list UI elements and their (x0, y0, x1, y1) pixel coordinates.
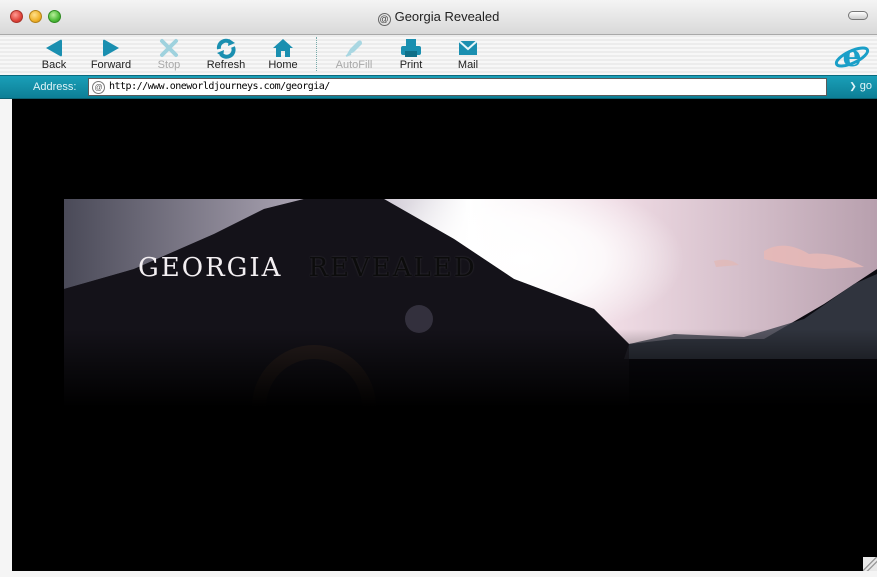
page-url-icon: @ (92, 81, 105, 94)
forward-button[interactable]: Forward (86, 35, 136, 75)
stop-button[interactable]: Stop (151, 35, 187, 75)
forward-arrow-icon (103, 39, 119, 57)
resize-handle[interactable] (863, 557, 877, 571)
svg-text:e: e (842, 39, 861, 73)
home-icon (273, 39, 293, 57)
back-label: Back (41, 59, 67, 71)
go-button[interactable]: ❯ go (849, 80, 872, 92)
page-icon: @ (377, 13, 391, 26)
toolbar-separator (316, 37, 317, 71)
window-bottom-edge (0, 571, 877, 577)
site-title-word-1: GEORGIA (138, 253, 283, 283)
autofill-icon (345, 40, 362, 57)
autofill-label: AutoFill (335, 59, 373, 71)
toolbar-toggle-button[interactable] (848, 11, 868, 20)
site-title-word-2: REVEALED (308, 253, 477, 283)
refresh-label: Refresh (206, 59, 246, 71)
stop-x-icon (160, 39, 178, 57)
site-title: GEORGIA REVEALED (138, 253, 477, 283)
address-bar: Address: @ http://www.oneworldjourneys.c… (0, 75, 877, 99)
home-label: Home (268, 59, 298, 71)
internet-explorer-logo-icon: e (834, 39, 870, 73)
back-arrow-icon (46, 39, 62, 57)
address-url-field[interactable]: @ http://www.oneworldjourneys.com/georgi… (88, 78, 827, 96)
page-content: GEORGIA REVEALED (12, 99, 877, 571)
print-button[interactable]: Print (394, 35, 428, 75)
back-button[interactable]: Back (36, 35, 72, 75)
go-arrow-icon: ❯ (849, 81, 857, 91)
stop-label: Stop (157, 59, 181, 71)
print-icon (401, 39, 421, 57)
title-bar[interactable]: @ Georgia Revealed (0, 0, 877, 35)
toolbar: Back Forward Stop Refresh Home AutoFill … (0, 35, 877, 75)
mail-button[interactable]: Mail (452, 35, 484, 75)
mountain-banner-image (64, 199, 877, 407)
window-left-edge (0, 99, 12, 577)
refresh-button[interactable]: Refresh (202, 35, 250, 75)
address-label: Address: (33, 81, 77, 93)
print-label: Print (399, 59, 423, 71)
address-url: http://www.oneworldjourneys.com/georgia/ (109, 81, 330, 92)
forward-label: Forward (90, 59, 132, 71)
window-title-container: @ Georgia Revealed (0, 9, 877, 26)
browser-window: @ Georgia Revealed Back Forward Stop Ref… (0, 0, 877, 577)
autofill-button[interactable]: AutoFill (330, 35, 378, 75)
mail-label: Mail (457, 59, 479, 71)
refresh-icon (216, 38, 236, 59)
mail-icon (458, 40, 478, 55)
go-label: go (859, 80, 872, 92)
home-button[interactable]: Home (264, 35, 302, 75)
window-title: Georgia Revealed (394, 9, 500, 24)
